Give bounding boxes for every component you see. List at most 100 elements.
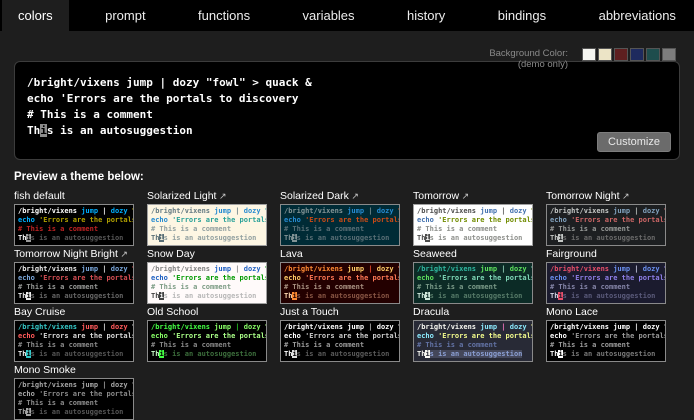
background-color-label: Background Color: (demo only) <box>489 48 568 70</box>
theme-card-lava[interactable]: Lava/bright/vixens jump | dozy "fowl" > … <box>280 248 413 304</box>
external-link-icon[interactable]: ↗ <box>216 191 226 201</box>
token-command: echo <box>284 274 301 282</box>
token-quote: "fowl" <box>261 323 267 331</box>
token-path: /bright/vixens <box>417 207 480 215</box>
terminal-line: echo 'Errors are the portals to discover… <box>417 216 529 225</box>
tab-colors[interactable]: colors <box>2 0 69 31</box>
token-command: echo <box>18 274 35 282</box>
theme-card-old-school[interactable]: Old School/bright/vixens jump | dozy "fo… <box>147 306 280 362</box>
terminal-line: # This is a comment <box>151 225 263 234</box>
token-command: jump <box>81 323 98 331</box>
theme-card-dracula[interactable]: Dracula/bright/vixens jump | dozy "fowl"… <box>413 306 546 362</box>
terminal-line: # This is a comment <box>18 225 130 234</box>
token-quote: 'Errors are the portals to discovery <box>434 216 533 224</box>
terminal-line: This is an autosuggestion <box>417 292 529 301</box>
token-comment: # This is a comment <box>550 283 630 291</box>
terminal-line: # This is a comment <box>417 225 529 234</box>
background-color-label-line2: (demo only) <box>489 59 568 70</box>
theme-card-snow-day[interactable]: Snow Day/bright/vixens jump | dozy "fowl… <box>147 248 280 304</box>
token-command: jump <box>613 207 630 215</box>
token-comment: # This is a comment <box>151 225 231 233</box>
external-link-icon[interactable]: ↗ <box>620 191 630 201</box>
token-sep: | <box>231 207 244 215</box>
terminal-line: /bright/vixens jump | dozy "fowl" > quac… <box>151 207 263 216</box>
token-path: /bright/vixens <box>18 207 81 215</box>
terminal-line: echo 'Errors are the portals to discover… <box>417 332 529 341</box>
background-color-swatch[interactable] <box>646 48 660 61</box>
token-autosuggestion: s is an autosuggestion <box>31 234 124 242</box>
token-quote: 'Errors are the portals to discovery <box>301 274 400 282</box>
theme-card-solarized-light[interactable]: Solarized Light ↗/bright/vixens jump | d… <box>147 190 280 246</box>
terminal-preview-text: /bright/vixens jump | dozy "fowl" > quac… <box>27 75 667 139</box>
external-link-icon[interactable]: ↗ <box>349 191 359 201</box>
token-sep: | <box>497 265 510 273</box>
token-path: /bright/vixens <box>550 323 613 331</box>
token-command: dozy <box>377 207 394 215</box>
token-command: jump <box>613 265 630 273</box>
token-command: dozy <box>377 323 394 331</box>
theme-title: Solarized Dark ↗ <box>280 190 413 202</box>
token-command: echo <box>18 332 35 340</box>
theme-card-just-a-touch[interactable]: Just a Touch/bright/vixens jump | dozy "… <box>280 306 413 362</box>
customize-button[interactable]: Customize <box>597 132 671 152</box>
external-link-icon[interactable]: ↗ <box>118 249 128 259</box>
token-comment: # This is a comment <box>417 341 497 349</box>
background-color-swatch[interactable] <box>662 48 676 61</box>
terminal-line: This is an autosuggestion <box>18 408 130 417</box>
background-color-label-line1: Background Color: <box>489 48 568 59</box>
token-autosuggestion: s is an autosuggestion <box>297 292 390 300</box>
theme-card-tomorrow-night[interactable]: Tomorrow Night ↗/bright/vixens jump | do… <box>546 190 679 246</box>
external-link-icon[interactable]: ↗ <box>459 191 469 201</box>
theme-preview-terminal: /bright/vixens jump | dozy "fowl" > quac… <box>280 262 400 304</box>
token-quote: 'Errors are the portals to discovery <box>35 390 134 398</box>
token-comment: # This is a comment <box>151 341 231 349</box>
token-command: echo <box>417 332 434 340</box>
tab-functions[interactable]: functions <box>182 0 266 31</box>
token-autosuggestion: s is an autosuggestion <box>563 234 656 242</box>
theme-title: Tomorrow Night ↗ <box>546 190 679 202</box>
token-command: dozy <box>111 265 128 273</box>
theme-card-solarized-dark[interactable]: Solarized Dark ↗/bright/vixens jump | do… <box>280 190 413 246</box>
terminal-line: # This is a comment <box>550 341 662 350</box>
theme-preview-terminal: /bright/vixens jump | dozy "fowl" > quac… <box>413 204 533 246</box>
tab-bindings[interactable]: bindings <box>482 0 562 31</box>
token-redirect: > quack <box>246 76 299 89</box>
token-quote: 'Errors are the portals to discovery <box>301 216 400 224</box>
token-autosuggestion: s is an autosuggestion <box>563 292 656 300</box>
tab-history[interactable]: history <box>391 0 461 31</box>
theme-card-seaweed[interactable]: Seaweed/bright/vixens jump | dozy "fowl"… <box>413 248 546 304</box>
theme-card-bay-cruise[interactable]: Bay Cruise/bright/vixens jump | dozy "fo… <box>14 306 147 362</box>
token-comment: # This is a comment <box>550 225 630 233</box>
theme-card-fairground[interactable]: Fairground/bright/vixens jump | dozy "fo… <box>546 248 679 304</box>
token-quote: "fowl" <box>199 76 245 89</box>
token-command: echo <box>284 332 301 340</box>
token-quote: 'Errors are the portals to discovery <box>567 216 666 224</box>
token-command: jump <box>81 207 98 215</box>
tab-abbreviations[interactable]: abbreviations <box>583 0 692 31</box>
tab-prompt[interactable]: prompt <box>89 0 161 31</box>
theme-card-mono-lace[interactable]: Mono Lace/bright/vixens jump | dozy "fow… <box>546 306 679 362</box>
theme-card-mono-smoke[interactable]: Mono Smoke/bright/vixens jump | dozy "fo… <box>14 364 147 420</box>
token-comment: # This is a comment <box>284 225 364 233</box>
token-autosuggestion: s is an autosuggestion <box>31 408 124 416</box>
token-autosuggestion: s is an autosuggestion <box>430 350 523 358</box>
background-color-swatch[interactable] <box>630 48 644 61</box>
token-command: echo <box>151 216 168 224</box>
theme-card-fish-default[interactable]: fish default/bright/vixens jump | dozy "… <box>14 190 147 246</box>
background-color-swatch[interactable] <box>582 48 596 61</box>
token-autosuggestion: s is an autosuggestion <box>164 350 257 358</box>
terminal-line: # This is a comment <box>151 341 263 350</box>
tab-variables[interactable]: variables <box>287 0 371 31</box>
background-color-swatch[interactable] <box>598 48 612 61</box>
terminal-line: echo 'Errors are the portals to discover… <box>284 216 396 225</box>
theme-card-tomorrow[interactable]: Tomorrow ↗/bright/vixens jump | dozy "fo… <box>413 190 546 246</box>
token-autosuggestion: s is an autosuggestion <box>164 292 257 300</box>
tab-bar: colors prompt functions variables history bin… <box>0 0 694 31</box>
terminal-line: # This is a comment <box>417 283 529 292</box>
theme-title: fish default <box>14 190 147 202</box>
theme-card-tomorrow-night-bright[interactable]: Tomorrow Night Bright ↗/bright/vixens ju… <box>14 248 147 304</box>
token-quote: 'Errors are the portals to discovery <box>54 92 299 105</box>
token-quote: 'Errors are the portals to discovery <box>35 274 134 282</box>
background-color-swatch[interactable] <box>614 48 628 61</box>
terminal-line: # This is a comment <box>284 283 396 292</box>
